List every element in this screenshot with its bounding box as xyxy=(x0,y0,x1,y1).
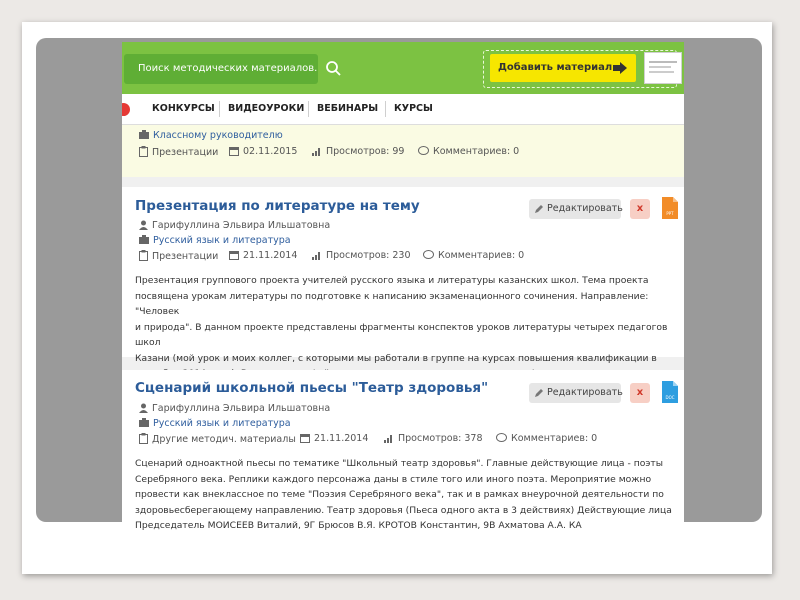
material-comments: Комментариев: 0 xyxy=(496,433,597,444)
comment-icon xyxy=(418,146,429,155)
briefcase-icon xyxy=(139,130,149,139)
clipboard-icon xyxy=(139,146,148,157)
briefcase-icon xyxy=(139,418,149,427)
user-icon xyxy=(139,403,148,413)
material-author: Гарифуллина Эльвира Ильшатовна xyxy=(139,403,330,414)
bar-chart-icon xyxy=(384,435,392,443)
add-material-label: Добавить материал xyxy=(498,62,613,73)
main-nav: КОНКУРСЫ ВИДЕОУРОКИ ВЕБИНАРЫ КУРСЫ xyxy=(122,94,684,125)
banner-thumbnail[interactable] xyxy=(644,52,682,84)
nav-divider xyxy=(308,101,309,117)
bar-chart-icon xyxy=(312,252,320,260)
bar-chart-icon xyxy=(312,148,320,156)
material-comments: Комментариев: 0 xyxy=(423,250,524,261)
material-date: 21.11.2014 xyxy=(300,433,368,444)
material-date: 21.11.2014 xyxy=(229,250,297,261)
edit-button[interactable]: Редактировать xyxy=(529,199,623,219)
nav-divider xyxy=(219,101,220,117)
subject-link[interactable]: Русский язык и литература xyxy=(139,418,291,429)
calendar-icon xyxy=(229,147,239,156)
nav-divider xyxy=(385,101,386,117)
subject-link[interactable]: Русский язык и литература xyxy=(139,235,291,246)
comment-icon xyxy=(423,250,434,259)
delete-button[interactable]: x xyxy=(630,199,650,219)
doc-file-icon[interactable]: DOC xyxy=(662,381,678,403)
banner-image-icon xyxy=(649,61,677,73)
ppt-file-icon[interactable]: PPT xyxy=(662,197,678,219)
close-icon[interactable] xyxy=(122,103,130,116)
search-input[interactable]: Поиск методических материалов. xyxy=(124,54,318,84)
material-description: Презентация группового проекта учителей … xyxy=(135,275,668,379)
material-views: Просмотров: 230 xyxy=(312,250,411,261)
user-icon xyxy=(139,220,148,230)
material-views: Просмотров: 99 xyxy=(312,146,404,157)
website-screenshot: Поиск методических материалов. Добавить … xyxy=(122,42,684,552)
calendar-icon xyxy=(229,251,239,260)
file-type-label: PPT xyxy=(666,211,674,216)
add-material-button[interactable]: Добавить материал xyxy=(490,54,636,82)
arrow-right-icon xyxy=(613,62,627,74)
site-header: Поиск методических материалов. Добавить … xyxy=(122,42,684,94)
briefcase-icon xyxy=(139,235,149,244)
material-type: Презентации xyxy=(139,146,218,158)
search-icon[interactable] xyxy=(324,59,344,79)
pencil-icon xyxy=(535,205,543,213)
category-link[interactable]: Классному руководителю xyxy=(139,130,283,141)
material-description: Сценарий одноактной пьесы по тематике "Ш… xyxy=(135,458,672,531)
file-type-label: DOC xyxy=(665,395,674,400)
nav-item-contests[interactable]: КОНКУРСЫ xyxy=(152,94,215,124)
material-card: Презентация по литературе на тему Редакт… xyxy=(122,187,684,379)
nav-item-courses[interactable]: КУРСЫ xyxy=(394,94,433,124)
material-card: Сценарий школьной пьесы "Театр здоровья"… xyxy=(122,370,684,552)
edit-button[interactable]: Редактировать xyxy=(529,383,623,403)
clipboard-icon xyxy=(139,433,148,444)
comment-icon xyxy=(496,433,507,442)
calendar-icon xyxy=(300,434,310,443)
material-comments: Комментариев: 0 xyxy=(418,146,519,157)
clipboard-icon xyxy=(139,250,148,261)
material-type: Другие методич. материалы xyxy=(139,433,296,445)
material-title[interactable]: Презентация по литературе на тему xyxy=(135,198,420,214)
material-type: Презентации xyxy=(139,250,218,262)
material-date: 02.11.2015 xyxy=(229,146,297,157)
material-views: Просмотров: 378 xyxy=(384,433,483,444)
nav-item-video-lessons[interactable]: ВИДЕОУРОКИ xyxy=(228,94,304,124)
delete-button[interactable]: x xyxy=(630,383,650,403)
material-card-partial: Классному руководителю Презентации 02.11… xyxy=(122,125,684,177)
material-title[interactable]: Сценарий школьной пьесы "Театр здоровья" xyxy=(135,380,488,396)
nav-item-webinars[interactable]: ВЕБИНАРЫ xyxy=(317,94,378,124)
material-author: Гарифуллина Эльвира Ильшатовна xyxy=(139,220,330,231)
pencil-icon xyxy=(535,389,543,397)
